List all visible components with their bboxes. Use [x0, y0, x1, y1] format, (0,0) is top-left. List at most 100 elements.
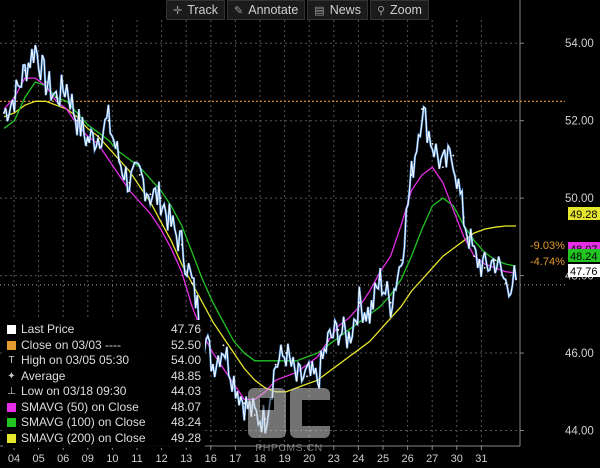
- legend-item-last-price[interactable]: Last Price 47.76: [7, 322, 201, 338]
- price-point: [23, 69, 26, 72]
- legend-label: Close on 03/03 ----: [21, 337, 122, 352]
- price-point: [337, 328, 340, 331]
- price-point: [222, 344, 225, 347]
- percent-annotation: -4.74%: [530, 256, 565, 268]
- magnifier-icon: ⚲: [376, 4, 386, 17]
- value-badge-text: 48.24: [570, 251, 598, 263]
- price-point: [494, 259, 497, 262]
- high-marker-icon: T: [8, 355, 15, 367]
- zoom-button-label: Zoom: [390, 3, 422, 17]
- price-point: [347, 336, 350, 339]
- price-point: [306, 375, 308, 378]
- price-point: [410, 174, 413, 176]
- right-value-labels: 49.2848.0748.2447.76: [568, 207, 600, 278]
- price-point: [316, 379, 319, 382]
- legend-swatch-icon: [7, 325, 16, 335]
- price-point: [44, 81, 47, 83]
- price-point: [285, 352, 288, 354]
- price-point: [65, 84, 68, 87]
- legend-label: High on 03/05 05:30: [21, 353, 130, 367]
- price-point: [462, 216, 465, 219]
- price-point: [170, 224, 173, 227]
- x-tick-label: 16: [205, 453, 217, 465]
- value-badge-text: 49.28: [570, 209, 598, 221]
- x-tick-label: 17: [229, 453, 241, 465]
- legend-label: Average: [21, 368, 66, 383]
- price-point: [55, 96, 58, 99]
- x-tick-label: 04: [8, 453, 20, 465]
- price-point: [431, 143, 434, 145]
- annotate-button[interactable]: ✎ Annotate: [227, 0, 306, 20]
- legend-item-average[interactable]: ✦ Average 48.85: [7, 369, 201, 385]
- pencil-icon: ✎: [234, 4, 244, 17]
- price-point: [128, 181, 131, 184]
- legend-item-sma50[interactable]: SMAVG (50) on Close 48.07: [7, 400, 201, 416]
- zoom-button[interactable]: ⚲ Zoom: [369, 0, 429, 20]
- legend-item-sma200[interactable]: SMAVG (200) on Close 49.28: [7, 431, 201, 447]
- price-point: [358, 301, 361, 304]
- price-point: [379, 278, 382, 281]
- price-point: [295, 379, 298, 382]
- legend-item-low[interactable]: ⊥ Low on 03/18 09:30 44.03: [7, 384, 201, 400]
- legend-value: 48.07: [170, 399, 201, 414]
- low-marker-icon: ⊥: [7, 386, 16, 398]
- x-tick-label: 06: [57, 453, 69, 465]
- price-point: [34, 46, 37, 49]
- price-point: [274, 363, 277, 366]
- legend-value: 54.00: [170, 353, 201, 367]
- price-point: [212, 363, 214, 366]
- legend-label: Last Price: [21, 322, 75, 336]
- legend-value: 52.50: [170, 337, 201, 352]
- price-point: [191, 282, 193, 285]
- legend-item-close[interactable]: Close on 03/03 ---- 52.50: [7, 338, 201, 354]
- x-tick-label: 10: [106, 453, 118, 465]
- price-point: [452, 154, 455, 157]
- legend-value: 48.24: [170, 415, 201, 429]
- percent-annotation: -9.03%: [530, 240, 565, 252]
- y-tick-label: 50.00: [565, 193, 594, 205]
- legend-swatch-icon: [7, 402, 16, 412]
- x-tick-label: 09: [82, 453, 94, 465]
- track-button[interactable]: ✛ Track: [166, 0, 226, 20]
- legend-value: 44.03: [170, 384, 201, 398]
- x-tick-label: 27: [426, 453, 438, 465]
- legend-label: Low on 03/18 09:30: [21, 384, 127, 398]
- price-point: [473, 255, 476, 258]
- price-point: [483, 266, 486, 269]
- watermark-text: PHPCMS.CN: [255, 442, 323, 454]
- price-point: [107, 119, 110, 122]
- value-badge-text: 47.76: [570, 266, 598, 278]
- price-point: [3, 112, 5, 114]
- price-point: [421, 108, 423, 110]
- price-point: [243, 402, 246, 405]
- news-button-label: News: [329, 3, 361, 17]
- x-tick-label: 12: [155, 453, 167, 465]
- x-tick-label: 31: [475, 453, 487, 465]
- legend-swatch-icon: [7, 418, 16, 428]
- price-point: [232, 379, 235, 382]
- legend-item-sma100[interactable]: SMAVG (100) on Close 48.24: [7, 415, 201, 431]
- price-point: [389, 301, 392, 304]
- price-point: [180, 243, 183, 246]
- x-tick-label: 13: [180, 453, 192, 465]
- legend-label: SMAVG (100) on Close: [21, 415, 146, 429]
- price-point: [149, 193, 152, 196]
- legend-value: 48.85: [170, 368, 201, 383]
- x-tick-label: 11: [131, 453, 142, 465]
- x-tick-label: 25: [377, 453, 389, 465]
- legend-swatch-icon: [7, 340, 16, 350]
- legend-value: 47.76: [170, 322, 201, 336]
- legend-item-high[interactable]: T High on 03/05 05:30 54.00: [7, 353, 201, 369]
- news-button[interactable]: ▤ News: [307, 0, 368, 20]
- x-tick-label: 24: [352, 453, 364, 465]
- price-point: [368, 313, 371, 316]
- price-point: [400, 259, 402, 262]
- price-point: [76, 119, 79, 122]
- percent-annotations: -9.03% -4.74%: [530, 240, 565, 268]
- annotate-button-label: Annotate: [248, 3, 299, 17]
- legend-swatch-icon: [7, 433, 16, 443]
- crosshair-icon: ✛: [173, 4, 183, 17]
- newspaper-icon: ▤: [314, 4, 325, 17]
- price-point: [97, 135, 99, 138]
- price-point: [13, 96, 16, 99]
